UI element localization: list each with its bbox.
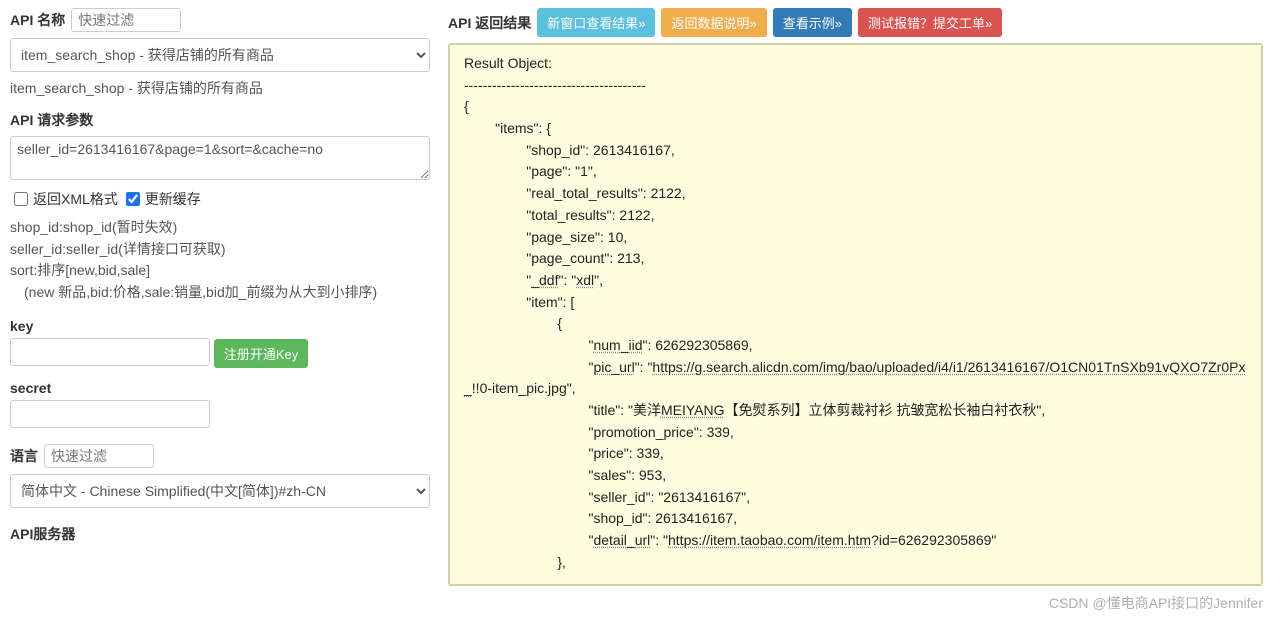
result-output[interactable]: Result Object: -------------------------… xyxy=(449,44,1262,585)
result-label: API 返回结果 xyxy=(448,13,531,33)
key-label: key xyxy=(10,318,430,334)
request-params-label: API 请求参数 xyxy=(10,110,430,130)
register-key-button[interactable]: 注册开通Key xyxy=(214,339,308,368)
language-filter-input[interactable] xyxy=(44,444,154,468)
cache-checkbox-label[interactable]: 更新缓存 xyxy=(122,189,201,209)
api-selected-text: item_search_shop - 获得店铺的所有商品 xyxy=(10,78,430,98)
language-select[interactable]: 简体中文 - Chinese Simplified(中文[简体])#zh-CN xyxy=(10,474,430,508)
api-select[interactable]: item_search_shop - 获得店铺的所有商品 xyxy=(10,38,430,72)
desc-line: (new 新品,bid:价格,sale:销量,bid加_前缀为从大到小排序) xyxy=(10,282,430,304)
desc-line: shop_id:shop_id(暂时失效) xyxy=(10,217,430,239)
language-label: 语言 xyxy=(10,446,38,466)
api-server-label: API服务器 xyxy=(10,524,430,544)
new-window-button[interactable]: 新窗口查看结果» xyxy=(537,8,655,37)
xml-checkbox-label[interactable]: 返回XML格式 xyxy=(10,189,118,209)
right-panel: API 返回结果 新窗口查看结果» 返回数据说明» 查看示例» 测试报错？提交工… xyxy=(448,8,1263,586)
secret-label: secret xyxy=(10,380,430,396)
submit-ticket-button[interactable]: 测试报错？提交工单» xyxy=(858,8,1002,37)
api-name-filter-input[interactable] xyxy=(71,8,181,32)
return-desc-button[interactable]: 返回数据说明» xyxy=(661,8,766,37)
secret-input[interactable] xyxy=(10,400,210,428)
result-container: Result Object: -------------------------… xyxy=(448,43,1263,586)
xml-checkbox[interactable] xyxy=(14,192,28,206)
api-name-label: API 名称 xyxy=(10,10,65,30)
view-example-button[interactable]: 查看示例» xyxy=(773,8,852,37)
watermark: CSDN @懂电商API接口的Jennifer xyxy=(1049,593,1263,613)
desc-line: sort:排序[new,bid,sale] xyxy=(10,260,430,282)
params-description: shop_id:shop_id(暂时失效) seller_id:seller_i… xyxy=(10,217,430,304)
cache-checkbox[interactable] xyxy=(126,192,140,206)
key-input[interactable] xyxy=(10,338,210,366)
left-panel: API 名称 item_search_shop - 获得店铺的所有商品 item… xyxy=(10,8,430,586)
desc-line: seller_id:seller_id(详情接口可获取) xyxy=(10,239,430,261)
request-params-textarea[interactable] xyxy=(10,136,430,180)
